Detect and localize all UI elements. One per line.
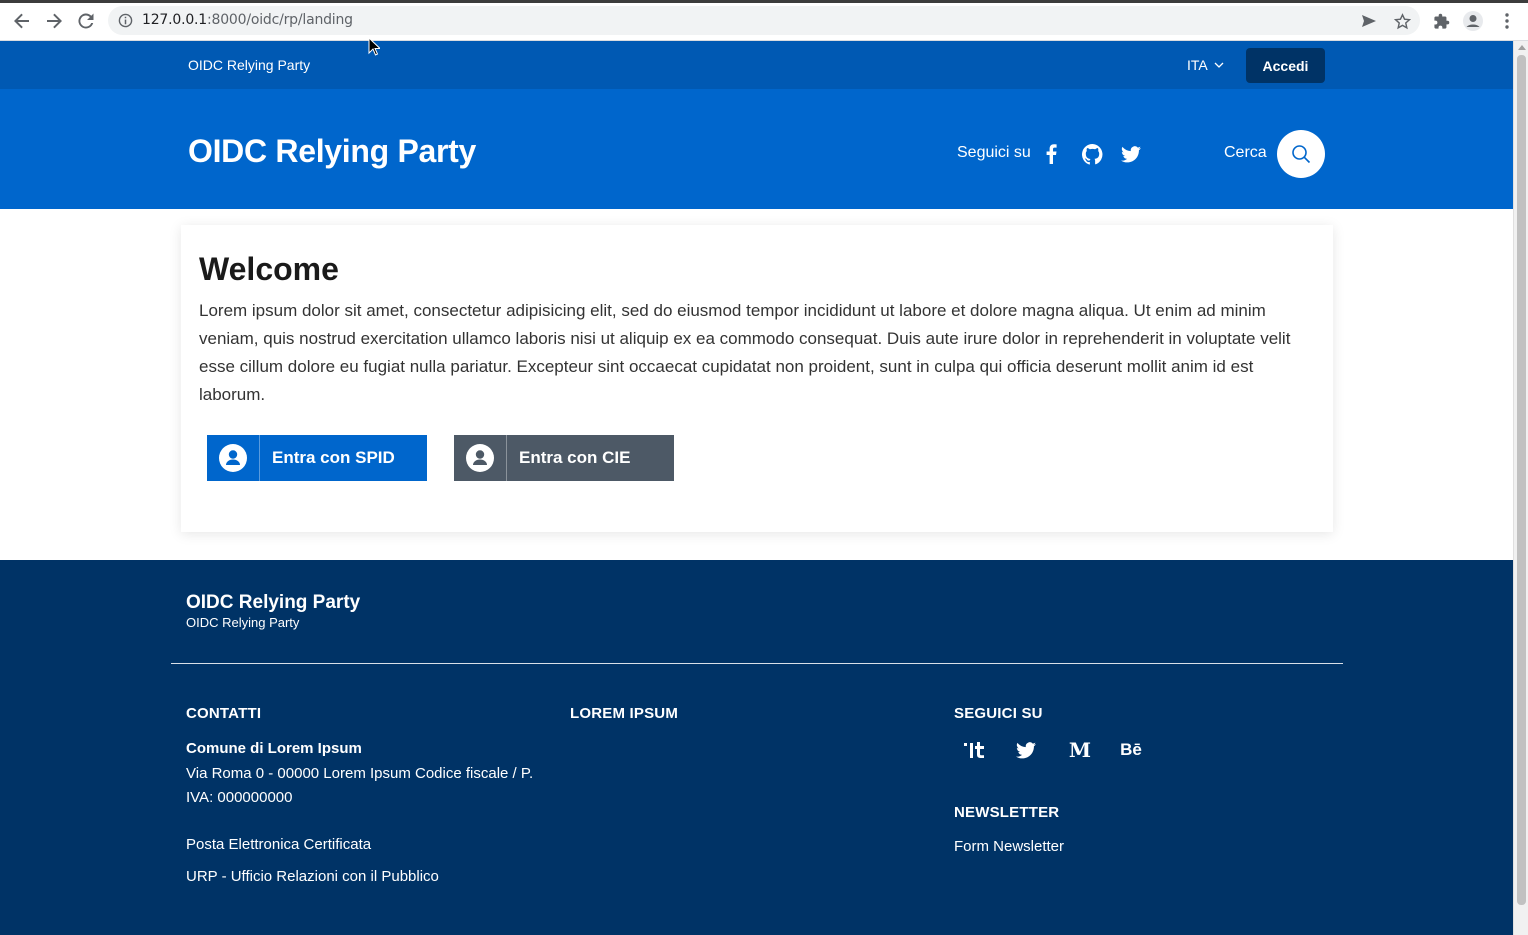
scrollbar-thumb[interactable] xyxy=(1517,55,1526,905)
scroll-up-arrow[interactable] xyxy=(1518,45,1526,50)
star-icon xyxy=(1393,12,1411,29)
url-host: 127.0.0.1 xyxy=(142,12,207,28)
search-label: Cerca xyxy=(1224,144,1267,161)
newsletter-heading: NEWSLETTER xyxy=(954,804,1060,821)
medium-link[interactable]: M xyxy=(1062,738,1098,762)
twitter-icon xyxy=(1016,741,1036,758)
language-label: ITA xyxy=(1187,57,1208,73)
urp-link[interactable]: URP - Ufficio Relazioni con il Pubblico xyxy=(186,865,439,889)
intro-paragraph: Lorem ipsum dolor sit amet, consectetur … xyxy=(199,301,1291,404)
medium-icon: M xyxy=(1068,738,1092,762)
behance-link[interactable]: Bē xyxy=(1113,738,1149,762)
footer-divider xyxy=(171,663,1343,664)
url-path: :8000/oidc/rp/landing xyxy=(207,12,353,28)
github-icon xyxy=(1081,143,1102,165)
login-button[interactable]: Accedi xyxy=(1246,48,1325,83)
spid-login-button[interactable]: Entra con SPID xyxy=(207,435,427,481)
reload-button[interactable] xyxy=(74,9,98,33)
twitter-link[interactable] xyxy=(1119,142,1143,166)
puzzle-icon xyxy=(1433,13,1449,29)
cie-icon-box xyxy=(454,435,507,481)
back-button[interactable] xyxy=(10,9,34,33)
contacts-heading: CONTATTI xyxy=(186,705,262,722)
footer: OIDC Relying Party OIDC Relying Party CO… xyxy=(0,560,1513,935)
footer-brand[interactable]: OIDC Relying Party xyxy=(186,592,360,614)
page-viewport: OIDC Relying Party ITA Accedi OIDC Relyi… xyxy=(0,41,1513,935)
language-selector[interactable]: ITA xyxy=(1187,57,1224,73)
mouse-cursor-icon xyxy=(368,37,380,56)
arrow-right-icon xyxy=(47,13,62,29)
send-icon xyxy=(1362,15,1376,27)
cie-login-button[interactable]: Entra con CIE xyxy=(454,435,674,481)
github-link[interactable] xyxy=(1080,142,1104,166)
url-text[interactable]: 127.0.0.1:8000/oidc/rp/landing xyxy=(142,12,353,28)
footer-subtitle: OIDC Relying Party xyxy=(186,615,300,630)
page-scrollbar[interactable] xyxy=(1513,41,1528,935)
follow-us-label: Seguici su xyxy=(957,144,1031,161)
kebab-menu-icon xyxy=(1505,13,1509,29)
reload-icon xyxy=(78,13,94,29)
facebook-icon xyxy=(1046,144,1057,164)
user-icon xyxy=(219,444,247,472)
address-line-2: IVA: 000000000 xyxy=(186,789,293,806)
search-icon xyxy=(1292,145,1311,164)
twitter-icon xyxy=(1121,145,1141,162)
avatar-icon xyxy=(1463,11,1483,31)
designers-italia-link[interactable] xyxy=(957,738,993,762)
user-icon xyxy=(466,444,494,472)
browser-menu-button[interactable] xyxy=(1496,10,1518,32)
slim-header: OIDC Relying Party ITA Accedi xyxy=(0,41,1513,89)
forward-button[interactable] xyxy=(42,9,66,33)
welcome-card: Welcome Lorem ipsum dolor sit amet, cons… xyxy=(181,225,1333,532)
info-icon xyxy=(118,13,133,28)
pec-link[interactable]: Posta Elettronica Certificata xyxy=(186,833,371,857)
newsletter-link[interactable]: Form Newsletter xyxy=(954,835,1064,859)
behance-icon: Bē xyxy=(1120,740,1142,759)
spid-label: Entra con SPID xyxy=(272,448,395,467)
profile-button[interactable] xyxy=(1462,10,1484,32)
window-top-edge xyxy=(0,0,1528,3)
slim-header-brand[interactable]: OIDC Relying Party xyxy=(188,57,310,73)
site-title[interactable]: OIDC Relying Party xyxy=(188,133,476,170)
address-line-1: Via Roma 0 - 00000 Lorem Ipsum Codice fi… xyxy=(186,765,534,782)
spid-icon-box xyxy=(207,435,260,481)
lorem-heading: LOREM IPSUM xyxy=(570,705,679,722)
chevron-down-icon xyxy=(1214,62,1224,68)
send-tab-button[interactable] xyxy=(1358,10,1380,32)
footer-twitter-link[interactable] xyxy=(1008,738,1044,762)
arrow-left-icon xyxy=(14,13,29,29)
browser-toolbar: 127.0.0.1:8000/oidc/rp/landing xyxy=(0,0,1528,41)
address-bar[interactable]: 127.0.0.1:8000/oidc/rp/landing xyxy=(108,6,1420,35)
extensions-button[interactable] xyxy=(1430,10,1452,32)
center-header: OIDC Relying Party Seguici su Cerca xyxy=(0,89,1513,209)
designers-italia-icon xyxy=(964,742,984,758)
facebook-link[interactable] xyxy=(1039,142,1063,166)
bookmark-button[interactable] xyxy=(1391,10,1413,32)
follow-heading: SEGUICI SU xyxy=(954,705,1043,722)
org-name: Comune di Lorem Ipsum xyxy=(186,740,362,757)
cie-label: Entra con CIE xyxy=(519,448,631,467)
page-title: Welcome xyxy=(199,251,339,287)
search-button[interactable] xyxy=(1277,130,1325,178)
